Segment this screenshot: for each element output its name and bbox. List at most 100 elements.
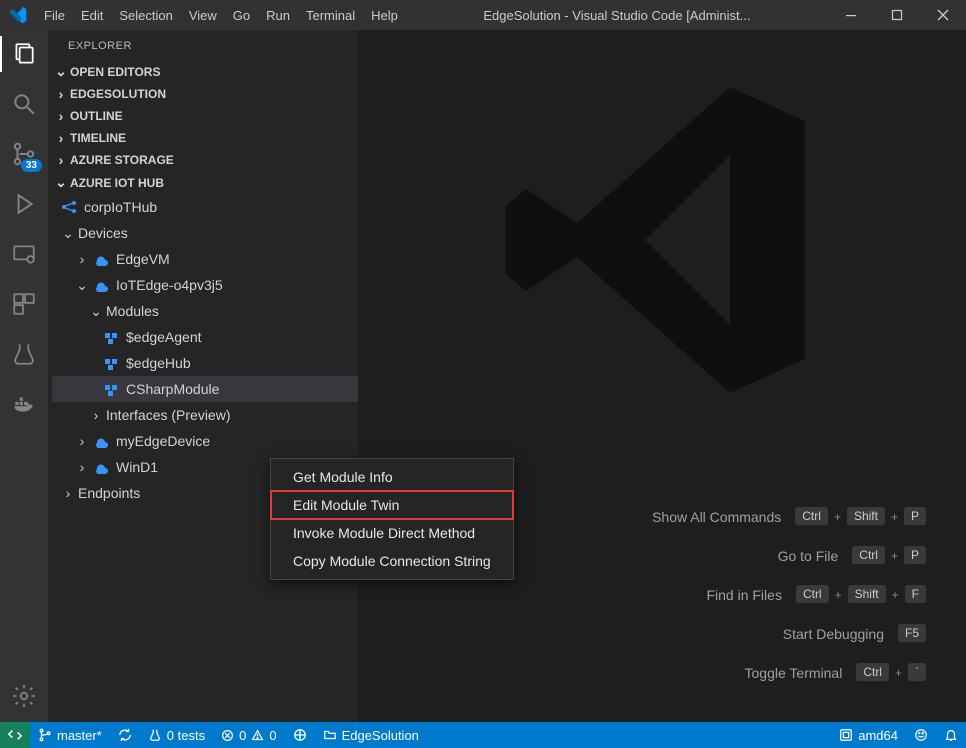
iot-hub-icon xyxy=(60,198,78,216)
menu-go[interactable]: Go xyxy=(225,8,258,23)
ctx-get-module-info[interactable]: Get Module Info xyxy=(271,463,513,491)
close-button[interactable] xyxy=(920,0,966,30)
menu-bar: File Edit Selection View Go Run Terminal… xyxy=(36,8,406,23)
key: Shift xyxy=(847,507,885,526)
shortcut-label: Show All Commands xyxy=(631,509,781,525)
tree-myedgedevice[interactable]: ›myEdgeDevice xyxy=(52,428,358,454)
menu-run[interactable]: Run xyxy=(258,8,298,23)
section-azure-iot-hub[interactable]: ⌄AZURE IOT HUB xyxy=(48,171,358,194)
device-edge-icon xyxy=(92,432,110,450)
device-edge-icon xyxy=(92,458,110,476)
settings-gear-icon[interactable] xyxy=(10,682,38,710)
docker-icon[interactable] xyxy=(10,390,38,418)
device-edge-icon xyxy=(92,250,110,268)
chevron-right-icon: › xyxy=(54,152,68,168)
shortcut-row: Toggle Terminal Ctrl+` xyxy=(692,663,926,682)
module-icon xyxy=(102,354,120,372)
chevron-right-icon: › xyxy=(74,433,90,449)
tree-interfaces[interactable]: ›Interfaces (Preview) xyxy=(52,402,358,428)
menu-file[interactable]: File xyxy=(36,8,73,23)
sync-button[interactable] xyxy=(110,722,140,748)
key: Shift xyxy=(848,585,886,604)
tree-edgehub[interactable]: $edgeHub xyxy=(52,350,358,376)
window-controls xyxy=(828,0,966,30)
menu-edit[interactable]: Edit xyxy=(73,8,111,23)
module-icon xyxy=(102,380,120,398)
minimize-button[interactable] xyxy=(828,0,874,30)
scm-badge: 33 xyxy=(21,159,42,172)
tree-edgevm[interactable]: ›EdgeVM xyxy=(52,246,358,272)
tests-status[interactable]: 0 tests xyxy=(140,722,213,748)
extensions-icon[interactable] xyxy=(10,290,38,318)
menu-view[interactable]: View xyxy=(181,8,225,23)
arch-indicator[interactable]: amd64 xyxy=(831,722,906,748)
key: Ctrl xyxy=(796,585,829,604)
maximize-button[interactable] xyxy=(874,0,920,30)
problems-status[interactable]: 0 0 xyxy=(213,722,284,748)
run-debug-icon[interactable] xyxy=(10,190,38,218)
tree-modules[interactable]: ⌄Modules xyxy=(52,298,358,324)
chevron-down-icon: ⌄ xyxy=(88,303,104,320)
menu-selection[interactable]: Selection xyxy=(111,8,180,23)
chevron-right-icon: › xyxy=(60,485,76,501)
explorer-sidebar: EXPLORER ⌄OPEN EDITORS ›EDGESOLUTION ›OU… xyxy=(48,30,358,722)
ctx-edit-module-twin[interactable]: Edit Module Twin xyxy=(271,491,513,519)
key: P xyxy=(904,546,926,565)
window-title: EdgeSolution - Visual Studio Code [Admin… xyxy=(406,8,828,23)
title-bar: File Edit Selection View Go Run Terminal… xyxy=(0,0,966,30)
shortcut-label: Go to File xyxy=(688,548,838,564)
chevron-right-icon: › xyxy=(88,407,104,423)
module-icon xyxy=(102,328,120,346)
device-edge-icon xyxy=(92,276,110,294)
shortcut-label: Toggle Terminal xyxy=(692,665,842,681)
status-bar: master* 0 tests 0 0 EdgeSolution amd64 xyxy=(0,722,966,748)
remote-indicator[interactable] xyxy=(0,722,30,748)
tree-hub[interactable]: corpIoTHub xyxy=(52,194,358,220)
remote-explorer-icon[interactable] xyxy=(10,240,38,268)
chevron-right-icon: › xyxy=(54,108,68,124)
chevron-right-icon: › xyxy=(54,86,68,102)
shortcut-label: Start Debugging xyxy=(734,626,884,642)
section-timeline[interactable]: ›TIMELINE xyxy=(48,127,358,149)
vscode-logo-icon xyxy=(8,5,28,25)
editor-area: Show All Commands Ctrl+Shift+P Go to Fil… xyxy=(358,30,966,722)
key: Ctrl xyxy=(856,663,889,682)
section-outline[interactable]: ›OUTLINE xyxy=(48,105,358,127)
shortcut-label: Find in Files xyxy=(632,587,782,603)
tree-edgeagent[interactable]: $edgeAgent xyxy=(52,324,358,350)
key: P xyxy=(904,507,926,526)
source-control-icon[interactable]: 33 xyxy=(10,140,38,168)
menu-help[interactable]: Help xyxy=(363,8,406,23)
vscode-watermark-icon xyxy=(492,70,832,410)
shortcut-row: Show All Commands Ctrl+Shift+P xyxy=(631,507,926,526)
tree-devices[interactable]: ⌄Devices xyxy=(52,220,358,246)
shortcut-row: Start Debugging F5 xyxy=(734,624,926,643)
section-open-editors[interactable]: ⌄OPEN EDITORS xyxy=(48,60,358,83)
ctx-invoke-direct-method[interactable]: Invoke Module Direct Method xyxy=(271,519,513,547)
search-icon[interactable] xyxy=(10,90,38,118)
tree-iotedge[interactable]: ⌄IoTEdge-o4pv3j5 xyxy=(52,272,358,298)
feedback-icon[interactable] xyxy=(906,722,936,748)
live-share[interactable] xyxy=(285,722,315,748)
chevron-down-icon: ⌄ xyxy=(60,225,76,242)
section-edgesolution[interactable]: ›EDGESOLUTION xyxy=(48,83,358,105)
folder-indicator[interactable]: EdgeSolution xyxy=(315,722,427,748)
ctx-copy-conn-string[interactable]: Copy Module Connection String xyxy=(271,547,513,575)
key: F xyxy=(905,585,926,604)
git-branch[interactable]: master* xyxy=(30,722,110,748)
welcome-shortcuts: Show All Commands Ctrl+Shift+P Go to Fil… xyxy=(631,507,926,682)
section-azure-storage[interactable]: ›AZURE STORAGE xyxy=(48,149,358,171)
tree-csharpmodule[interactable]: CSharpModule xyxy=(52,376,358,402)
menu-terminal[interactable]: Terminal xyxy=(298,8,363,23)
activity-bar: 33 xyxy=(0,30,48,722)
explorer-title: EXPLORER xyxy=(48,30,358,60)
shortcut-row: Go to File Ctrl+P xyxy=(688,546,926,565)
notifications-icon[interactable] xyxy=(936,722,966,748)
chevron-right-icon: › xyxy=(74,251,90,267)
explorer-icon[interactable] xyxy=(10,40,38,68)
chevron-down-icon: ⌄ xyxy=(54,63,68,80)
testing-icon[interactable] xyxy=(10,340,38,368)
chevron-down-icon: ⌄ xyxy=(74,277,90,294)
key: ` xyxy=(908,663,926,682)
chevron-right-icon: › xyxy=(74,459,90,475)
